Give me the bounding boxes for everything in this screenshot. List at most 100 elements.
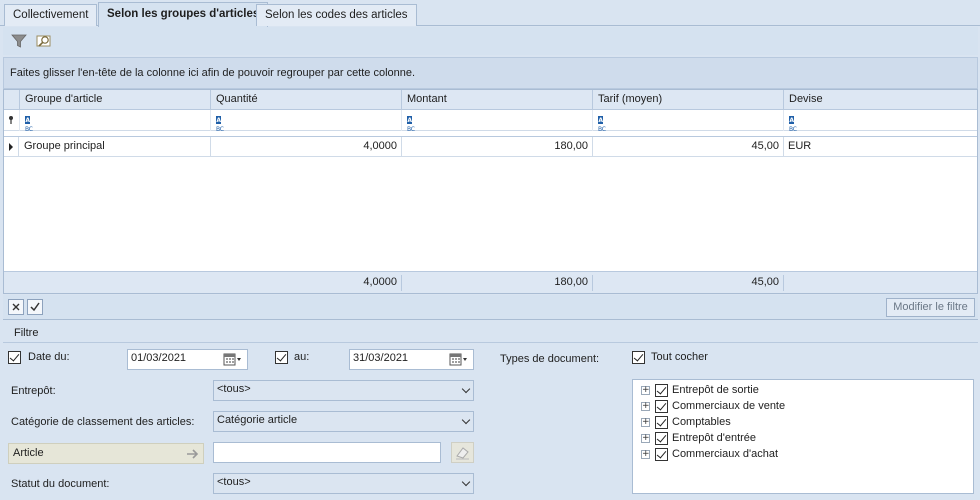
- total-amount: 180,00: [402, 275, 593, 291]
- tree-item-entrepot-entree[interactable]: + Entrepôt d'entrée: [641, 431, 961, 447]
- chevron-down-icon: [461, 415, 471, 425]
- date-to-label: au:: [294, 351, 310, 363]
- group-by-hint: Faites glisser l'en-tête de la colonne i…: [10, 67, 416, 79]
- category-select[interactable]: Catégorie article: [213, 411, 474, 432]
- expand-icon[interactable]: +: [641, 402, 650, 411]
- cell-amount[interactable]: 180,00: [402, 137, 593, 157]
- date-to-value: 31/03/2021: [353, 352, 409, 364]
- abc-filter-icon: ABC: [407, 116, 415, 133]
- cell-quantity[interactable]: 4,0000: [211, 137, 402, 157]
- article-button[interactable]: Article: [8, 443, 204, 464]
- tree-item-commerciaux-vente[interactable]: + Commerciaux de vente: [641, 399, 961, 415]
- expand-icon[interactable]: +: [641, 450, 650, 459]
- tree-item-comptables[interactable]: + Comptables: [641, 415, 961, 431]
- abc-filter-icon: ABC: [25, 116, 33, 133]
- filter-cell-group[interactable]: ABC: [20, 110, 211, 133]
- doc-types-label: Types de document:: [500, 353, 600, 365]
- status-label: Statut du document:: [11, 478, 110, 490]
- filter-row: ABC ABC ABC ABC ABC: [4, 110, 977, 133]
- abc-filter-icon: ABC: [216, 116, 224, 133]
- filter-icon[interactable]: [10, 32, 28, 50]
- tab-codes-articles[interactable]: Selon les codes des articles: [256, 4, 417, 26]
- tab-bar: Collectivement Selon les groupes d'artic…: [0, 0, 980, 27]
- enable-filter-checkbox[interactable]: [27, 299, 43, 315]
- tree-item-label: Commerciaux d'achat: [672, 448, 779, 460]
- expand-icon[interactable]: +: [641, 434, 650, 443]
- filter-bar: Modifier le filtre: [3, 295, 978, 320]
- grid-footer-totals: 4,0000 180,00 45,00: [4, 271, 977, 293]
- filter-section-title: Filtre: [14, 327, 39, 339]
- total-price: 45,00: [593, 275, 784, 291]
- abc-filter-icon: ABC: [789, 116, 797, 133]
- eraser-icon: [456, 447, 469, 460]
- table-row[interactable]: Groupe principal 4,0000 180,00 45,00 EUR: [4, 136, 977, 157]
- tree-item-label: Entrepôt de sortie: [672, 384, 759, 396]
- date-from-checkbox[interactable]: [8, 351, 21, 364]
- column-header-quantity[interactable]: Quantité: [211, 90, 402, 110]
- pin-icon: [9, 116, 13, 124]
- date-to-field[interactable]: 31/03/2021: [349, 349, 474, 370]
- warehouse-label: Entrepôt:: [11, 385, 56, 397]
- clear-filter-button[interactable]: [8, 299, 24, 315]
- clear-article-button[interactable]: [451, 442, 474, 463]
- category-label: Catégorie de classement des articles:: [11, 416, 195, 428]
- calendar-icon[interactable]: [223, 353, 243, 367]
- warehouse-select[interactable]: <tous>: [213, 380, 474, 401]
- filter-cell-currency[interactable]: ABC: [784, 110, 977, 133]
- article-field[interactable]: [213, 442, 441, 463]
- filter-cell-quantity[interactable]: ABC: [211, 110, 402, 133]
- date-to-checkbox[interactable]: [275, 351, 288, 364]
- filter-section-header: Filtre: [3, 324, 978, 343]
- expand-icon[interactable]: +: [641, 386, 650, 395]
- article-label: Article: [13, 447, 44, 459]
- cell-group[interactable]: Groupe principal: [20, 137, 211, 157]
- filter-row-indicator: [4, 110, 20, 131]
- tree-checkbox[interactable]: [655, 416, 668, 429]
- column-header-currency[interactable]: Devise: [784, 90, 977, 110]
- status-select[interactable]: <tous>: [213, 473, 474, 494]
- status-value: <tous>: [217, 476, 251, 488]
- close-icon: [12, 303, 20, 311]
- row-indicator: [4, 137, 19, 156]
- date-from-label: Date du:: [28, 351, 70, 363]
- column-header-group[interactable]: Groupe d'article: [20, 90, 211, 110]
- arrow-right-icon: [187, 449, 199, 459]
- cell-currency[interactable]: EUR: [784, 137, 977, 157]
- total-quantity: 4,0000: [211, 275, 402, 291]
- tree-item-label: Commerciaux de vente: [672, 400, 786, 412]
- date-from-value: 01/03/2021: [131, 352, 187, 364]
- tab-collectivement[interactable]: Collectivement: [4, 4, 98, 26]
- tree-item-label: Comptables: [672, 416, 731, 428]
- expand-icon[interactable]: +: [641, 418, 650, 427]
- tree-item-entrepot-sortie[interactable]: + Entrepôt de sortie: [641, 383, 961, 399]
- calendar-icon[interactable]: [449, 353, 469, 367]
- tree-checkbox[interactable]: [655, 448, 668, 461]
- filter-cell-price[interactable]: ABC: [593, 110, 784, 133]
- column-header-price[interactable]: Tarif (moyen): [593, 90, 784, 110]
- modify-filter-button[interactable]: Modifier le filtre: [886, 298, 975, 317]
- current-row-arrow-icon: [9, 143, 13, 151]
- tree-checkbox[interactable]: [655, 400, 668, 413]
- tree-item-commerciaux-achat[interactable]: + Commerciaux d'achat: [641, 447, 961, 463]
- filter-cell-amount[interactable]: ABC: [402, 110, 593, 133]
- cell-price[interactable]: 45,00: [593, 137, 784, 157]
- header-indicator: [4, 90, 20, 110]
- chevron-down-icon: [461, 384, 471, 394]
- doc-types-tree: + Entrepôt de sortie + Commerciaux de ve…: [632, 379, 974, 494]
- tree-checkbox[interactable]: [655, 384, 668, 397]
- tab-groupes-articles[interactable]: Selon les groupes d'articles: [98, 2, 269, 27]
- search-icon[interactable]: [35, 32, 53, 50]
- group-by-panel[interactable]: Faites glisser l'en-tête de la colonne i…: [3, 57, 978, 89]
- chevron-down-icon: [461, 477, 471, 487]
- warehouse-value: <tous>: [217, 383, 251, 395]
- date-from-field[interactable]: 01/03/2021: [127, 349, 248, 370]
- abc-filter-icon: ABC: [598, 116, 606, 133]
- column-header-amount[interactable]: Montant: [402, 90, 593, 110]
- data-grid: Groupe d'article Quantité Montant Tarif …: [3, 89, 978, 294]
- tree-checkbox[interactable]: [655, 432, 668, 445]
- check-all-checkbox[interactable]: [632, 351, 645, 364]
- check-all-label: Tout cocher: [651, 351, 708, 363]
- tree-item-label: Entrepôt d'entrée: [672, 432, 757, 444]
- check-icon: [30, 302, 40, 312]
- category-value: Catégorie article: [217, 414, 298, 426]
